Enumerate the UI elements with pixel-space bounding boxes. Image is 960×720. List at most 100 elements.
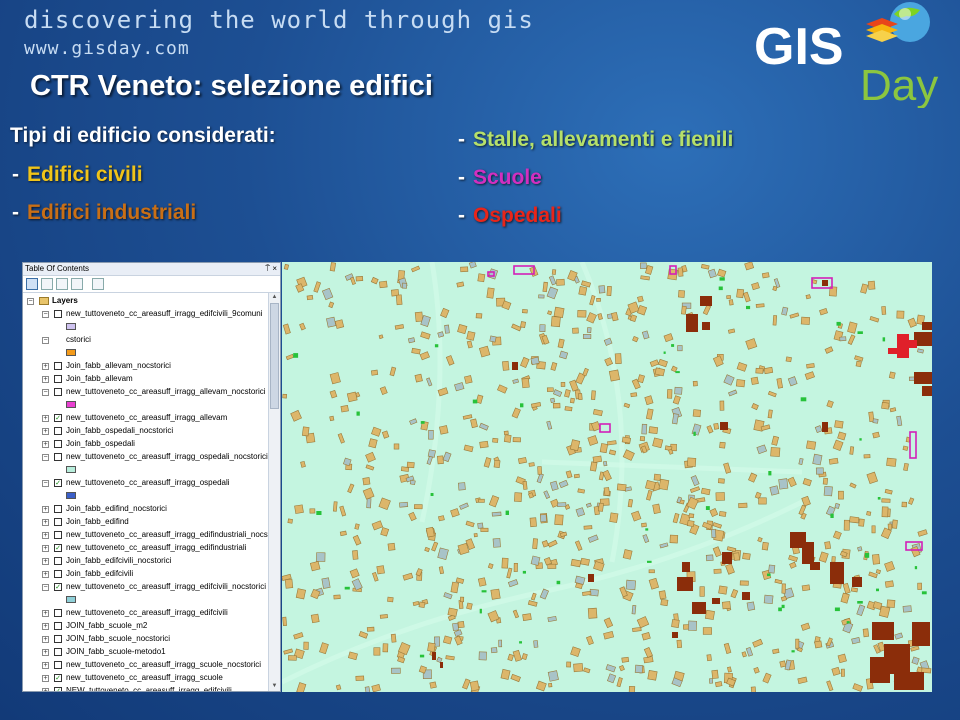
toc-layer-row[interactable]: + JOIN_fabb_scuole-metodo1 bbox=[42, 646, 166, 658]
toc-layer-row[interactable]: − ✓ new_tuttoveneto_cc_areasuff_irragg_osp… bbox=[42, 477, 230, 489]
civil-building bbox=[761, 272, 770, 279]
expand-icon[interactable]: + bbox=[42, 505, 49, 513]
expand-icon[interactable]: + bbox=[42, 531, 49, 539]
layer-visibility-checkbox[interactable] bbox=[54, 557, 62, 565]
layer-visibility-checkbox[interactable] bbox=[54, 375, 62, 383]
toc-layer-row[interactable]: − new_tuttoveneto_cc_areasuff_irragg_alle… bbox=[42, 386, 266, 398]
collapse-icon[interactable]: − bbox=[42, 310, 49, 318]
collapse-icon[interactable]: − bbox=[42, 336, 49, 344]
layer-visibility-checkbox[interactable] bbox=[54, 362, 62, 370]
expand-icon[interactable]: + bbox=[42, 362, 49, 370]
list-by-source-icon[interactable] bbox=[41, 278, 53, 290]
toc-layer-row[interactable]: − new_tuttoveneto_cc_areasuff_irragg_edif… bbox=[42, 308, 262, 320]
expand-icon[interactable]: + bbox=[42, 414, 49, 422]
civil-building bbox=[886, 599, 896, 608]
collapse-icon[interactable]: − bbox=[27, 297, 34, 305]
civil-building bbox=[282, 616, 287, 627]
toc-layer-row[interactable]: + Join_fabb_edifind_nocstorici bbox=[42, 503, 167, 515]
toc-layer-row[interactable]: + ✓ new_tuttoveneto_cc_areasuff_irragg_edi… bbox=[42, 542, 246, 554]
expand-icon[interactable]: + bbox=[42, 661, 49, 669]
toc-layer-row[interactable]: + Join_fabb_ospedali_nocstorici bbox=[42, 425, 173, 437]
expand-icon[interactable]: + bbox=[42, 518, 49, 526]
layer-symbol-swatch[interactable] bbox=[66, 466, 76, 473]
toc-layer-row[interactable]: + JOIN_fabb_scuole_m2 bbox=[42, 620, 147, 632]
list-by-visibility-icon[interactable] bbox=[56, 278, 68, 290]
expand-icon[interactable]: + bbox=[42, 544, 49, 552]
list-by-selection-icon[interactable] bbox=[71, 278, 83, 290]
toc-layer-row[interactable]: + ✓ NEW_tuttoveneto_cc_areasuff_irragg_edi… bbox=[42, 685, 232, 691]
collapse-icon[interactable]: − bbox=[42, 583, 49, 591]
layer-visibility-checkbox[interactable] bbox=[54, 622, 62, 630]
toc-layer-row[interactable]: − ✓ new_tuttoveneto_cc_areasuff_irragg_edi… bbox=[42, 581, 266, 593]
layer-visibility-checkbox[interactable]: ✓ bbox=[54, 674, 62, 682]
toc-layer-row[interactable]: + Join_fabb_ospedali bbox=[42, 438, 135, 450]
toc-layer-row[interactable]: + Join_fabb_allevam bbox=[42, 373, 133, 385]
toc-layer-row[interactable]: − cstorici bbox=[42, 334, 91, 346]
toc-layer-row[interactable]: + new_tuttoveneto_cc_areasuff_irragg_scuo… bbox=[42, 659, 261, 671]
layer-visibility-checkbox[interactable] bbox=[54, 440, 62, 448]
toc-layer-row[interactable]: + Join_fabb_edifcivili_nocstorici bbox=[42, 555, 171, 567]
toc-layer-row[interactable]: + new_tuttoveneto_cc_areasuff_irragg_edif… bbox=[42, 529, 280, 541]
farm-building bbox=[663, 351, 666, 354]
layer-visibility-checkbox[interactable] bbox=[54, 427, 62, 435]
expand-icon[interactable]: + bbox=[42, 687, 49, 691]
toc-window-controls[interactable]: ⍑ × bbox=[265, 263, 277, 275]
layer-visibility-checkbox[interactable]: ✓ bbox=[54, 687, 62, 691]
expand-icon[interactable]: + bbox=[42, 570, 49, 578]
layer-visibility-checkbox[interactable] bbox=[54, 635, 62, 643]
map-view[interactable] bbox=[282, 262, 932, 692]
collapse-icon[interactable]: − bbox=[42, 388, 49, 396]
layers-root[interactable]: − Layers bbox=[27, 295, 78, 307]
civil-building bbox=[373, 647, 381, 656]
toc-layer-row[interactable]: + JOIN_fabb_scuole_nocstorici bbox=[42, 633, 170, 645]
toc-layer-row[interactable]: + Join_fabb_edifcivili bbox=[42, 568, 133, 580]
toc-scrollbar[interactable]: ▲ ▼ bbox=[268, 293, 280, 691]
layer-visibility-checkbox[interactable] bbox=[54, 388, 62, 396]
toc-layer-row[interactable]: + ✓ new_tuttoveneto_cc_areasuff_irragg_all… bbox=[42, 412, 227, 424]
toc-layer-row[interactable]: + ✓ new_tuttoveneto_cc_areasuff_irragg_scu… bbox=[42, 672, 223, 684]
collapse-icon[interactable]: − bbox=[42, 453, 49, 461]
toc-options-icon[interactable] bbox=[92, 278, 104, 290]
scroll-thumb[interactable] bbox=[270, 303, 279, 409]
layer-visibility-checkbox[interactable]: ✓ bbox=[54, 544, 62, 552]
layer-visibility-checkbox[interactable] bbox=[54, 310, 62, 318]
toc-layer-row[interactable]: + Join_fabb_allevam_nocstorici bbox=[42, 360, 171, 372]
scroll-up-icon[interactable]: ▲ bbox=[269, 293, 280, 302]
layer-symbol-swatch[interactable] bbox=[66, 596, 76, 603]
collapse-icon[interactable]: − bbox=[42, 479, 49, 487]
expand-icon[interactable]: + bbox=[42, 427, 49, 435]
layer-visibility-checkbox[interactable] bbox=[54, 661, 62, 669]
layer-symbol-swatch[interactable] bbox=[66, 349, 76, 356]
expand-icon[interactable]: + bbox=[42, 375, 49, 383]
civil-building bbox=[872, 418, 879, 424]
expand-icon[interactable]: + bbox=[42, 635, 49, 643]
layer-symbol-swatch[interactable] bbox=[66, 323, 76, 330]
civil-building bbox=[674, 386, 683, 395]
layer-visibility-checkbox[interactable] bbox=[54, 570, 62, 578]
scroll-down-icon[interactable]: ▼ bbox=[269, 682, 280, 691]
expand-icon[interactable]: + bbox=[42, 440, 49, 448]
toc-layer-row[interactable]: − new_tuttoveneto_cc_areasuff_irragg_ospe… bbox=[42, 451, 268, 463]
layer-visibility-checkbox[interactable]: ✓ bbox=[54, 414, 62, 422]
toc-layer-row[interactable]: + new_tuttoveneto_cc_areasuff_irragg_edif… bbox=[42, 607, 228, 619]
layer-symbol-swatch[interactable] bbox=[66, 401, 76, 408]
expand-icon[interactable]: + bbox=[42, 609, 49, 617]
toc-layer-row[interactable]: + Join_fabb_edifind bbox=[42, 516, 129, 528]
expand-icon[interactable]: + bbox=[42, 648, 49, 656]
list-by-drawing-order-icon[interactable] bbox=[26, 278, 38, 290]
layer-symbol-swatch[interactable] bbox=[66, 492, 76, 499]
layer-name: cstorici bbox=[66, 335, 91, 344]
layer-visibility-checkbox[interactable] bbox=[54, 505, 62, 513]
layer-visibility-checkbox[interactable] bbox=[54, 648, 62, 656]
expand-icon[interactable]: + bbox=[42, 622, 49, 630]
civil-building bbox=[778, 478, 789, 490]
layer-visibility-checkbox[interactable] bbox=[54, 609, 62, 617]
layer-visibility-checkbox[interactable]: ✓ bbox=[54, 479, 62, 487]
expand-icon[interactable]: + bbox=[42, 674, 49, 682]
expand-icon[interactable]: + bbox=[42, 557, 49, 565]
civil-building bbox=[881, 498, 891, 503]
layer-visibility-checkbox[interactable] bbox=[54, 531, 62, 539]
layer-visibility-checkbox[interactable] bbox=[54, 518, 62, 526]
layer-visibility-checkbox[interactable] bbox=[54, 453, 62, 461]
layer-visibility-checkbox[interactable]: ✓ bbox=[54, 583, 62, 591]
